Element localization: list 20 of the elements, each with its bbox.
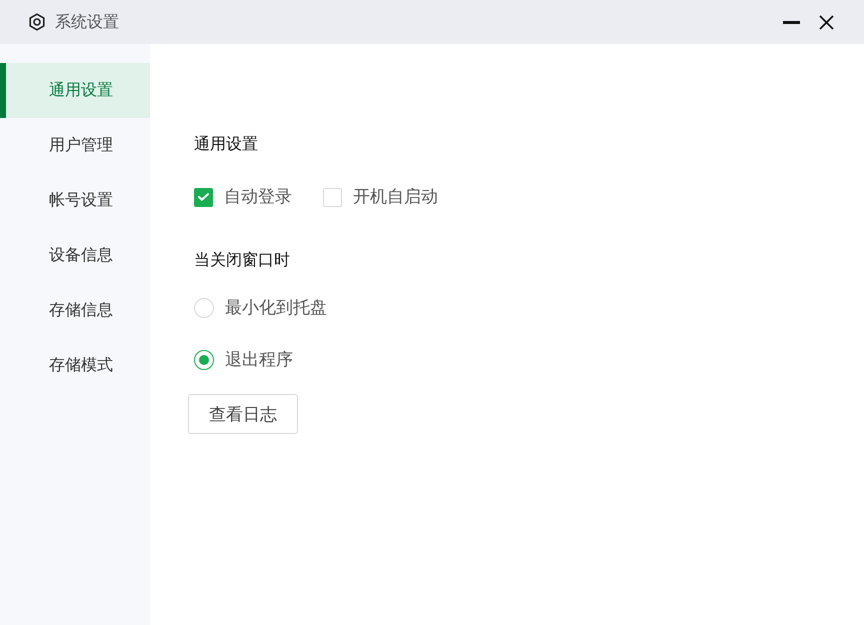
sidebar-item[interactable]: 通用设置 — [0, 63, 150, 118]
sidebar-item[interactable]: 帐号设置 — [0, 173, 150, 228]
checkbox[interactable] — [194, 188, 213, 206]
section-title: 通用设置 — [194, 134, 258, 154]
sidebar-item[interactable]: 存储模式 — [0, 338, 150, 393]
sidebar-item[interactable]: 用户管理 — [0, 118, 150, 173]
section-title: 当关闭窗口时 — [194, 250, 290, 270]
window-title: 系统设置 — [55, 12, 119, 32]
radio-label[interactable]: 最小化到托盘 — [225, 298, 327, 318]
nut-icon — [28, 13, 46, 31]
check-icon — [198, 193, 209, 201]
radio-label[interactable]: 退出程序 — [225, 350, 293, 370]
checkbox-label[interactable]: 自动登录 — [224, 187, 292, 207]
sidebar-item[interactable]: 存储信息 — [0, 283, 150, 338]
close-icon — [819, 14, 834, 30]
view-log-button[interactable]: 查看日志 — [188, 394, 298, 434]
checkbox-label[interactable]: 开机自启动 — [353, 187, 438, 207]
radio-button[interactable] — [194, 350, 214, 370]
sidebar-item[interactable]: 设备信息 — [0, 228, 150, 283]
minimize-icon — [783, 20, 800, 24]
